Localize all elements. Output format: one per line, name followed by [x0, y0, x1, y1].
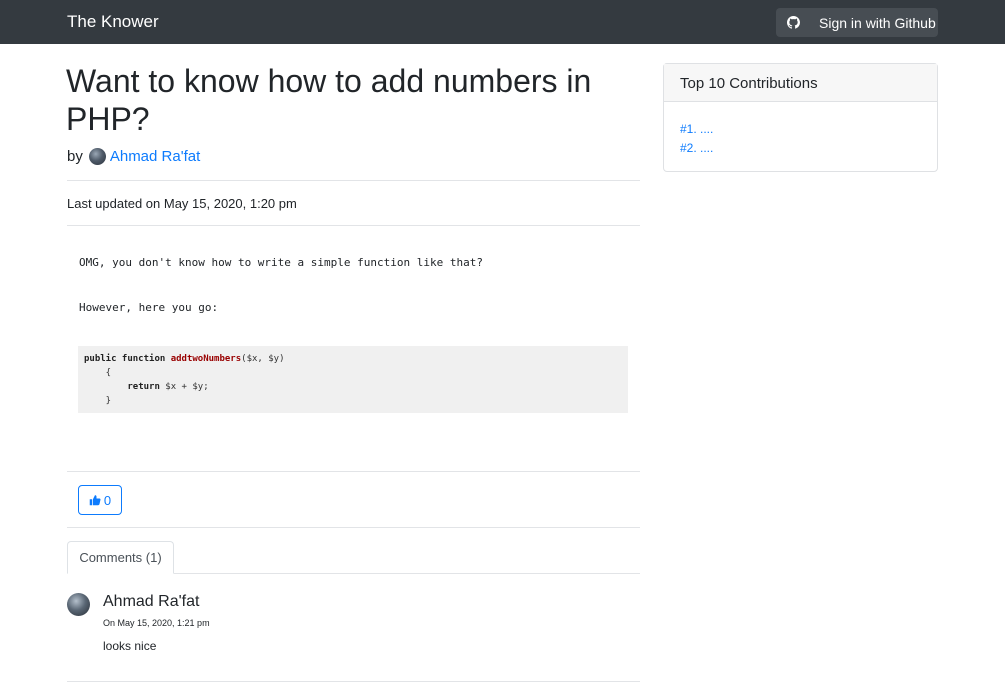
code-function-name: addtwoNumbers: [170, 354, 242, 364]
card-title: Top 10 Contributions: [664, 64, 937, 102]
code-line: $x + $y;: [159, 382, 209, 392]
github-signin-label: Sign in with Github: [819, 14, 936, 31]
author-link[interactable]: Ahmad Ra'fat: [110, 148, 200, 165]
last-updated-text: Last updated on May 15, 2020, 1:20 pm: [67, 196, 297, 211]
comment-date: On May 15, 2020, 1:21 pm: [103, 618, 210, 628]
post-title: Want to know how to add numbers in PHP?: [66, 63, 592, 137]
github-icon: [787, 16, 800, 29]
code-line: {: [84, 368, 112, 378]
divider: [67, 527, 640, 528]
comment-text: looks nice: [103, 639, 157, 653]
code-keyword: public function: [84, 354, 166, 364]
divider: [67, 225, 640, 226]
like-count: 0: [103, 492, 112, 508]
code-keyword: return: [127, 382, 160, 392]
contribution-link[interactable]: #2. ....: [680, 139, 937, 158]
code-line: }: [84, 396, 112, 406]
tab-comments[interactable]: Comments (1): [67, 541, 174, 574]
contributions-list: #1. .... #2. ....: [664, 102, 937, 158]
code-args: ($x, $y): [241, 354, 285, 364]
thumbs-up-icon: [89, 495, 101, 506]
divider: [67, 180, 640, 181]
post-byline: by Ahmad Ra'fat: [67, 148, 200, 165]
like-button[interactable]: 0: [78, 485, 122, 515]
post-paragraph: However, here you go:: [79, 301, 219, 314]
divider: [67, 681, 640, 682]
post-paragraph: OMG, you don't know how to write a simpl…: [79, 256, 483, 269]
brand-logo-text[interactable]: The Knower: [67, 12, 159, 32]
github-signin-button[interactable]: Sign in with Github: [776, 8, 938, 37]
contribution-link[interactable]: #1. ....: [680, 120, 937, 139]
comment-author: Ahmad Ra'fat: [103, 593, 200, 610]
divider: [67, 471, 640, 472]
author-avatar: [88, 148, 106, 165]
top-contributions-card: Top 10 Contributions #1. .... #2. ....: [663, 63, 938, 172]
code-block: public function addtwoNumbers($x, $y) { …: [78, 346, 628, 413]
top-navbar: The Knower Sign in with Github: [0, 0, 1005, 44]
by-label: by: [67, 148, 83, 165]
comment-author-avatar: [67, 593, 90, 616]
